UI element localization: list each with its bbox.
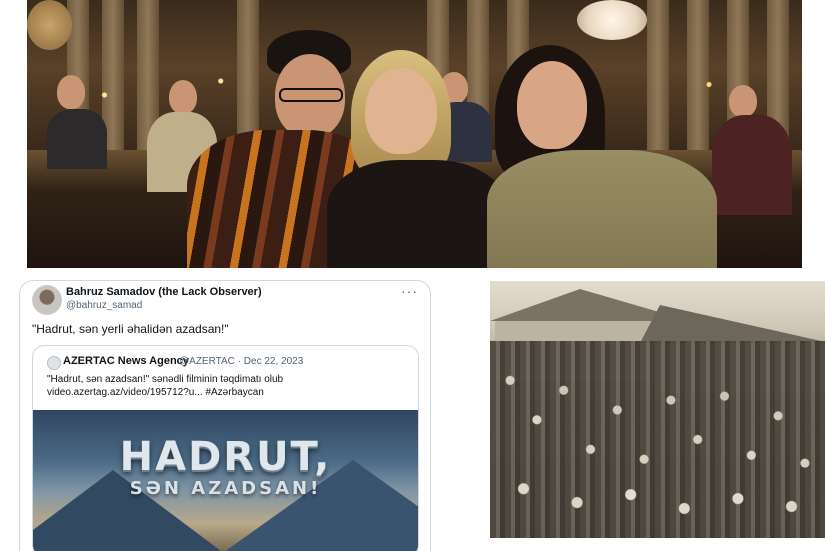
historic-group-photo (490, 281, 825, 538)
author-name[interactable]: Bahruz Samadov (the Lack Observer) (66, 286, 262, 298)
restaurant-photo (27, 0, 802, 268)
quoted-author-name: AZERTAC News Agency (63, 355, 189, 367)
quoted-text: "Hadrut, sən azadsan!" sənədli filminin … (47, 374, 284, 385)
paper-lantern (577, 0, 647, 40)
quoted-media-image[interactable]: HADRUT, SƏN AZADSAN! (33, 410, 418, 551)
media-title: HADRUT, (119, 434, 332, 480)
tweet-text: "Hadrut, sən yerli əhalidən azadsan!" (32, 322, 229, 336)
quoted-author-meta: @AZERTAC · Dec 22, 2023 (179, 356, 304, 367)
more-options-icon[interactable]: ··· (401, 283, 418, 299)
quoted-tweet[interactable]: AZERTAC News Agency @AZERTAC · Dec 22, 2… (32, 345, 419, 551)
azertac-logo-icon (47, 356, 61, 370)
building-roof (640, 305, 825, 343)
author-handle[interactable]: @bahruz_samad (66, 300, 142, 311)
user-avatar-icon[interactable] (32, 285, 62, 315)
tweet-card[interactable]: Bahruz Samadov (the Lack Observer) @bahr… (19, 280, 431, 551)
media-subtitle: SƏN AZADSAN! (129, 478, 322, 499)
quoted-link[interactable]: video.azertag.az/video/195712?u... #Azər… (47, 387, 264, 398)
paper-lantern (27, 0, 72, 50)
crowd-of-people (490, 341, 825, 538)
